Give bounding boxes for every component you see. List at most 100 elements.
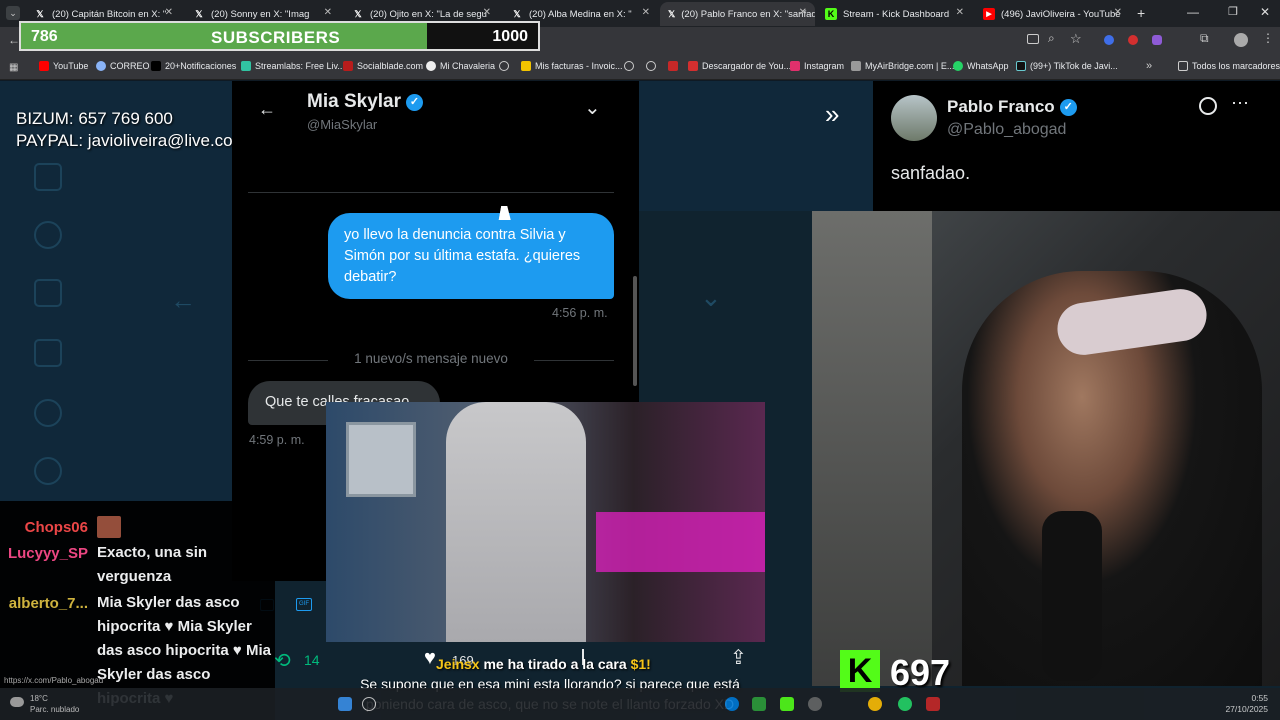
bookmark-item[interactable]: Socialblade.com [343,61,423,71]
close-tab-icon[interactable]: ✕ [1114,7,1122,18]
zoom-icon[interactable]: ⌕ [1048,31,1055,46]
mouse-cursor-icon [498,206,514,220]
donation-info: BIZUM: 657 769 600 PAYPAL: javioliveira@… [16,108,247,152]
collapse-chevron-icon[interactable]: ⌄ [584,95,601,120]
browser-status-url: https://x.com/Pablo_abogad [4,676,104,685]
verified-badge-icon: ✓ [1059,99,1077,116]
app-icon[interactable] [780,697,794,711]
streamlabs-icon [241,61,251,71]
search-icon[interactable] [362,697,376,711]
windows-start-icon[interactable] [338,697,352,711]
share-icon[interactable]: ⇪ [730,645,747,670]
more-bookmarks-icon[interactable]: » [1146,60,1152,72]
subscriber-count: 786 [31,28,58,45]
tab-label: (20) Capitán Bitcoin en X: " [52,8,167,20]
weather-widget[interactable]: 18°C Parc. nublado [10,693,79,715]
restore-icon[interactable]: ❐ [1228,5,1238,18]
grok-icon[interactable] [1199,97,1217,115]
back-arrow-icon[interactable]: ← [258,99,276,120]
close-tab-icon[interactable]: ✕ [483,7,491,18]
tab-search-dropdown[interactable]: ⌄ [6,6,20,20]
x-icon: 𝕏 [354,8,362,19]
close-tab-icon[interactable]: ✕ [324,7,332,18]
tweet-card: Pablo Franco ✓ @Pablo_abogad ⋯ sanfadao. [873,81,1280,212]
microphone [1042,511,1102,681]
menu-kebab-icon[interactable]: ⋮ [1262,31,1274,45]
bookmark-red-icon[interactable] [668,61,678,71]
browser-tab[interactable]: ▶ (496) JaviOliveira - YouTube ✕ [975,2,1130,26]
chat-username: Lucyyy_SP [7,545,88,562]
subscriber-goal-bar: 786 SUBSCRIBERS 1000 [19,21,540,51]
tab-label: (20) Sonny en X: "Imag [211,8,310,20]
tweet-text: sanfadao. [891,163,971,183]
home-icon [34,163,62,191]
globe-icon[interactable] [624,61,634,71]
minimize-icon[interactable]: — [1187,5,1199,19]
invoice-icon [521,61,531,71]
close-tab-icon[interactable]: ✕ [642,7,650,18]
apps-grid-icon[interactable]: ▦ [9,62,18,73]
close-tab-icon[interactable]: ✕ [799,7,807,18]
new-tab-icon[interactable]: + [1137,5,1145,21]
browser-tab[interactable]: K Stream - Kick Dashboard ✕ [817,2,972,26]
bookmark-item[interactable]: WhatsApp [953,61,1009,71]
clock-date: 27/10/2025 [1225,704,1268,714]
extension-icon[interactable] [1104,35,1114,45]
bookmarks-bar: ▦ YouTube CORREO 20+Notificaciones Strea… [0,54,1280,80]
app-icon[interactable] [808,697,822,711]
tweet-author-handle[interactable]: @Pablo_abogad [947,121,1066,139]
close-window-icon[interactable]: ✕ [1260,5,1270,19]
bookmark-item[interactable]: Mi Chavaleria [426,61,495,71]
gif-icon[interactable]: GIF [296,598,312,611]
subscriber-label: SUBSCRIBERS [211,28,341,47]
retweet-icon[interactable]: ⟲ [274,648,291,673]
bookmark-item[interactable]: 20+Notificaciones [151,61,236,71]
close-tab-icon[interactable]: ✕ [165,7,173,18]
socialblade-icon [343,61,353,71]
bookmark-item[interactable]: CORREO [96,61,150,71]
tab-label: (20) Ojito en X: "La de segu [370,8,487,20]
scrollbar[interactable] [633,276,637,386]
app-icon[interactable] [752,697,766,711]
chrome-icon[interactable] [868,697,882,711]
bookmark-item[interactable]: Instagram [790,61,844,71]
globe-icon[interactable] [499,61,509,71]
app-icon[interactable] [926,697,940,711]
taskbar-clock[interactable]: 0:55 27/10/2025 [1225,693,1268,715]
like-heart-icon[interactable]: ♥ [424,647,436,670]
globe-icon[interactable] [646,61,656,71]
screen-cast-icon[interactable] [1027,34,1039,44]
avatar[interactable] [891,95,937,141]
extensions-puzzle-icon[interactable]: ⧉ [1200,31,1209,46]
extension-icon[interactable] [1128,35,1138,45]
chat-message: Exacto, una sin verguenza [97,544,208,585]
bookmark-star-icon[interactable]: ☆ [1070,31,1082,47]
divider-line [534,360,614,361]
paypal-line: PAYPAL: javioliveira@live.com [16,131,247,150]
bookmark-item[interactable]: Mis facturas - Invoic... [521,61,623,71]
more-options-icon[interactable]: ⋯ [1231,93,1249,114]
youtube-icon: ▶ [983,8,995,20]
kick-viewer-counter: K 697 [840,648,970,693]
x-icon [151,61,161,71]
all-bookmarks-folder[interactable]: Todos los marcadores [1178,61,1280,71]
tiktok-icon [1016,61,1026,71]
weather-condition: Parc. nublado [30,705,80,714]
bookmark-item[interactable]: MyAirBridge.com | E... [851,61,954,71]
extension-icon[interactable] [1152,35,1162,45]
expand-chevron-icon[interactable]: » [825,99,839,130]
windows-taskbar: 18°C Parc. nublado 0:55 27/10/2025 [0,688,1280,720]
browser-tab-active[interactable]: 𝕏 (20) Pablo Franco en X: "sanfad ✕ [660,2,815,26]
bookmark-item[interactable]: Descargador de You... [688,61,791,71]
bookmark-item[interactable]: Streamlabs: Free Liv... [241,61,345,71]
subscriber-goal: 1000 [492,28,528,45]
bookmark-item[interactable]: (99+) TikTok de Javi... [1016,61,1118,71]
close-tab-icon[interactable]: ✕ [956,7,964,18]
youtube-icon [39,61,49,71]
tweet-author-name[interactable]: Pablo Franco ✓ [947,97,1077,117]
whatsapp-icon[interactable] [898,697,912,711]
bookmark-item[interactable]: YouTube [39,61,88,71]
app-icon[interactable] [725,697,739,711]
profile-avatar[interactable] [1234,33,1248,47]
webcam-feed [812,211,1280,686]
